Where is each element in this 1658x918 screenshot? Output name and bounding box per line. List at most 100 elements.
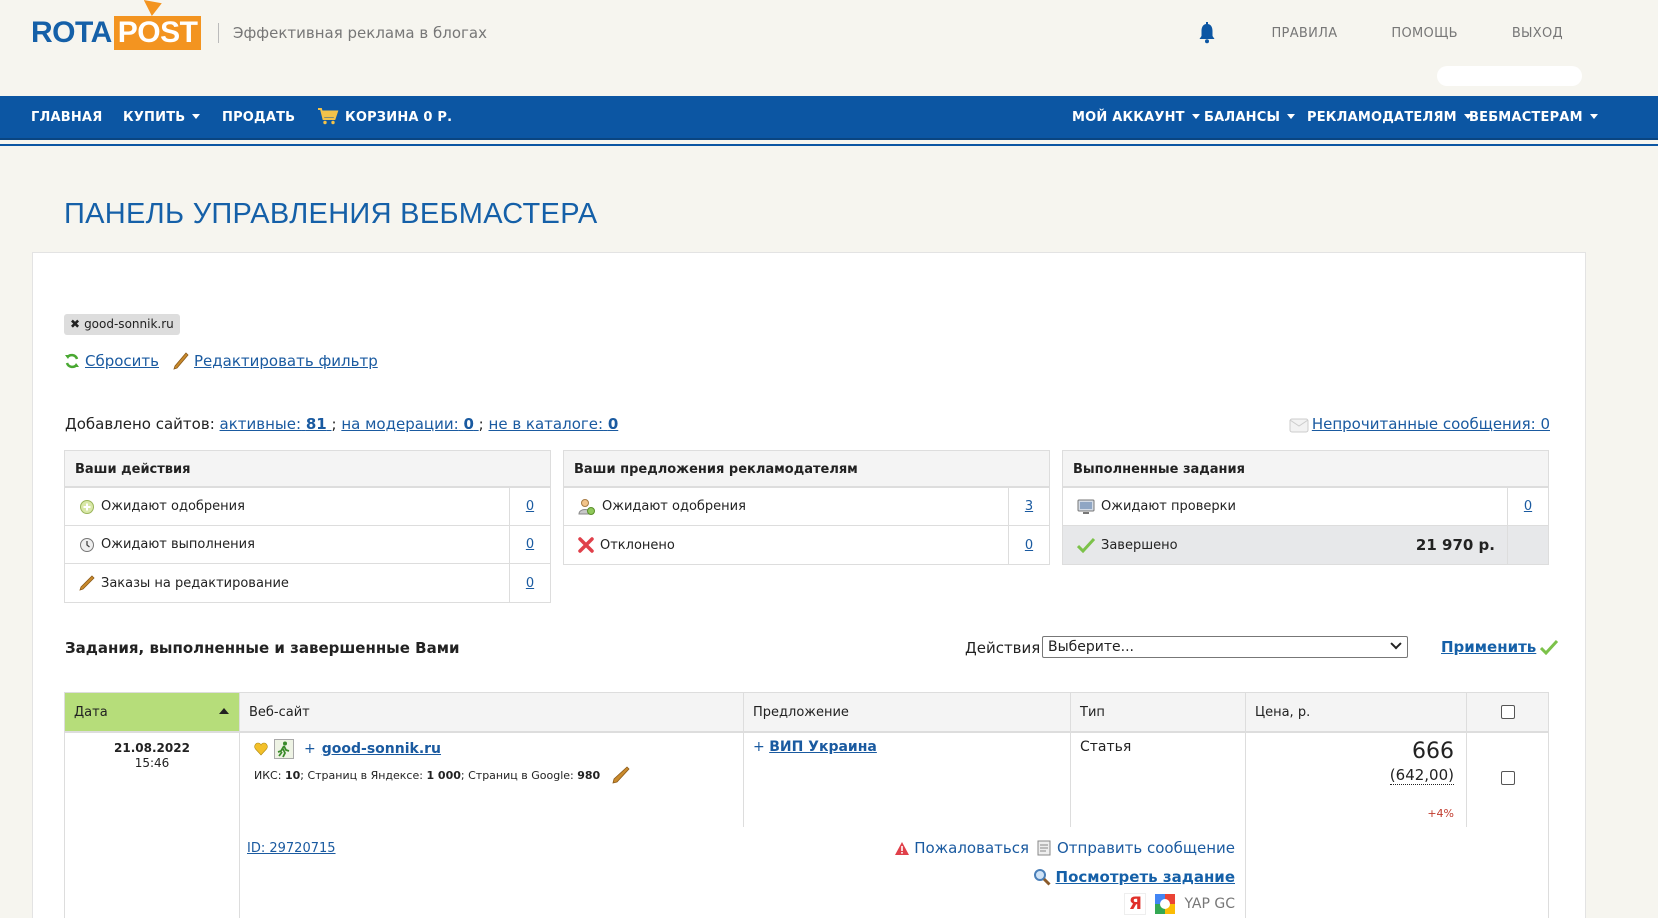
awaiting-check-count[interactable]: 0 (1524, 499, 1532, 514)
user-wait-icon (578, 498, 595, 515)
nav-webmasters[interactable]: ВЕБМАСТЕРАМ (1469, 96, 1598, 140)
refresh-icon (64, 353, 80, 369)
list-item: Ожидают одобрения 3 (564, 488, 1049, 526)
list-item: Отклонено 0 (564, 526, 1049, 564)
box-title: Ваши предложения рекламодателям (564, 451, 1049, 488)
box-title: Выполненные задания (1063, 451, 1548, 488)
plus-circle-icon (80, 499, 94, 514)
unread-messages: Непрочитанные сообщения: 0 (1289, 415, 1550, 433)
warning-icon (895, 841, 910, 855)
tagline: Эффективная реклама в блогах (218, 23, 487, 43)
column-header-website[interactable]: Веб-сайт (239, 692, 744, 733)
list-item: Ожидают одобрения 0 (65, 488, 550, 526)
offers-rejected-count[interactable]: 0 (1025, 538, 1033, 553)
cart-icon (318, 107, 339, 124)
completed-tasks-box: Выполненные задания Ожидают проверки 0 З… (1062, 450, 1549, 565)
select-cell (1466, 733, 1549, 828)
checkmark-icon (1077, 537, 1095, 553)
nav-home[interactable]: ГЛАВНАЯ (31, 96, 102, 140)
date-cell: 21.08.2022 15:46 (64, 733, 240, 918)
nav-cart[interactable]: КОРЗИНА 0 Р. (317, 96, 452, 140)
checkmark-icon (1540, 639, 1559, 655)
task-actions-cell: ID: 29720715 Пожаловаться Отправить сооб… (239, 827, 1246, 918)
column-header-type[interactable]: Тип (1070, 692, 1246, 733)
website-link[interactable]: good-sonnik.ru (322, 741, 441, 757)
chevron-down-icon (192, 114, 201, 119)
clock-icon (80, 537, 94, 552)
moderation-sites-link[interactable]: на модерации: 0 (341, 415, 478, 433)
offers-awaiting-count[interactable]: 3 (1025, 499, 1033, 514)
list-item: Заказы на редактирование 0 (65, 564, 550, 602)
bell-icon[interactable] (1197, 22, 1217, 44)
monitor-check-icon (1077, 499, 1095, 514)
help-link[interactable]: ПОМОЩЬ (1391, 26, 1457, 41)
chevron-down-icon (1390, 638, 1402, 650)
awaiting-approval-count[interactable]: 0 (526, 499, 534, 514)
complain-link[interactable]: Пожаловаться (914, 839, 1029, 857)
close-icon[interactable]: ✖ (70, 317, 80, 331)
select-all-checkbox[interactable] (1500, 705, 1515, 719)
edit-filter-link[interactable]: Редактировать фильтр (194, 352, 378, 370)
actions-label: Действия: (965, 639, 1046, 657)
nav-my-account[interactable]: МОЙ АККАУНТ (1072, 96, 1200, 140)
tasks-title: Задания, выполненные и завершенные Вами (65, 639, 460, 657)
top-links: ПРАВИЛА ПОМОЩЬ ВЫХОД (1197, 22, 1563, 44)
apply-button[interactable]: Применить (1441, 638, 1559, 656)
site-metrics: ИКС: 10; Страниц в Яндексе: 1 000; Стран… (254, 766, 630, 784)
active-sites-link[interactable]: активные: 81 (220, 415, 332, 433)
chevron-down-icon (1589, 114, 1598, 119)
logout-link[interactable]: ВЫХОД (1512, 26, 1563, 41)
sort-up-icon (219, 708, 229, 714)
chevron-down-icon (1191, 114, 1200, 119)
magnifier-icon (1033, 869, 1051, 886)
nav-sell[interactable]: ПРОДАТЬ (222, 96, 295, 140)
search-input[interactable] (1437, 66, 1582, 86)
search-engines-text: YAP GC (1184, 896, 1235, 912)
pencil-icon (173, 352, 189, 370)
price-cell: 666 (642,00) +4% (1245, 733, 1467, 828)
yandex-icon[interactable]: Я (1124, 893, 1147, 915)
filter-tag[interactable]: ✖ good-sonnik.ru (64, 314, 180, 335)
nav-advertisers[interactable]: РЕКЛАМОДАТЕЛЯМ (1307, 96, 1472, 140)
column-header-select-all (1466, 692, 1549, 733)
awaiting-execution-count[interactable]: 0 (526, 537, 534, 552)
completed-total: 21 970 р. (1415, 536, 1495, 554)
price-change: +4% (1427, 807, 1454, 820)
heart-icon (254, 742, 268, 756)
column-header-date[interactable]: Дата (64, 692, 240, 733)
filter-actions: Сбросить Редактировать фильтр (64, 352, 378, 370)
nav-buy[interactable]: КУПИТЬ (123, 96, 201, 140)
rejected-icon (578, 537, 594, 553)
column-header-offer[interactable]: Предложение (743, 692, 1071, 733)
pencil-icon[interactable] (612, 766, 630, 784)
top-header: ROTA POST Эффективная реклама в блогах ПР… (0, 0, 1658, 96)
rotapost-logo[interactable]: ROTA POST (31, 14, 202, 50)
box-title: Ваши действия (65, 451, 550, 488)
runner-icon (274, 739, 294, 759)
unread-messages-link[interactable]: Непрочитанные сообщения: 0 (1312, 415, 1550, 433)
actions-select[interactable]: Выберите... (1042, 636, 1408, 658)
send-message-link[interactable]: Отправить сообщение (1057, 839, 1235, 857)
nav-balances[interactable]: БАЛАНСЫ (1204, 96, 1296, 140)
task-id-link[interactable]: ID: 29720715 (247, 841, 336, 856)
not-in-catalog-link[interactable]: не в каталоге: 0 (489, 415, 619, 433)
google-icon[interactable] (1154, 893, 1176, 915)
reset-filter-link[interactable]: Сбросить (85, 352, 159, 370)
row-checkbox[interactable] (1500, 771, 1515, 785)
price-net: (642,00) (1389, 766, 1454, 785)
list-item: Ожидают выполнения 0 (65, 526, 550, 564)
column-header-price[interactable]: Цена, р. (1245, 692, 1467, 733)
sites-summary: Добавлено сайтов: активные: 81 ; на моде… (65, 415, 619, 433)
view-task-link[interactable]: Посмотреть задание (1056, 868, 1235, 886)
rules-link[interactable]: ПРАВИЛА (1271, 26, 1337, 41)
page-title: ПАНЕЛЬ УПРАВЛЕНИЯ ВЕБМАСТЕРА (64, 198, 598, 230)
chevron-down-icon (1287, 114, 1296, 119)
empty-cell (1245, 827, 1549, 918)
edit-orders-count[interactable]: 0 (526, 576, 534, 591)
list-item: Ожидают проверки 0 (1063, 488, 1548, 526)
list-item: Завершено 21 970 р. (1063, 526, 1548, 564)
offer-link[interactable]: ВИП Украина (769, 739, 877, 755)
website-cell: + good-sonnik.ru ИКС: 10; Страниц в Янде… (239, 733, 744, 828)
offers-box: Ваши предложения рекламодателям Ожидают … (563, 450, 1050, 565)
document-icon (1037, 840, 1051, 856)
